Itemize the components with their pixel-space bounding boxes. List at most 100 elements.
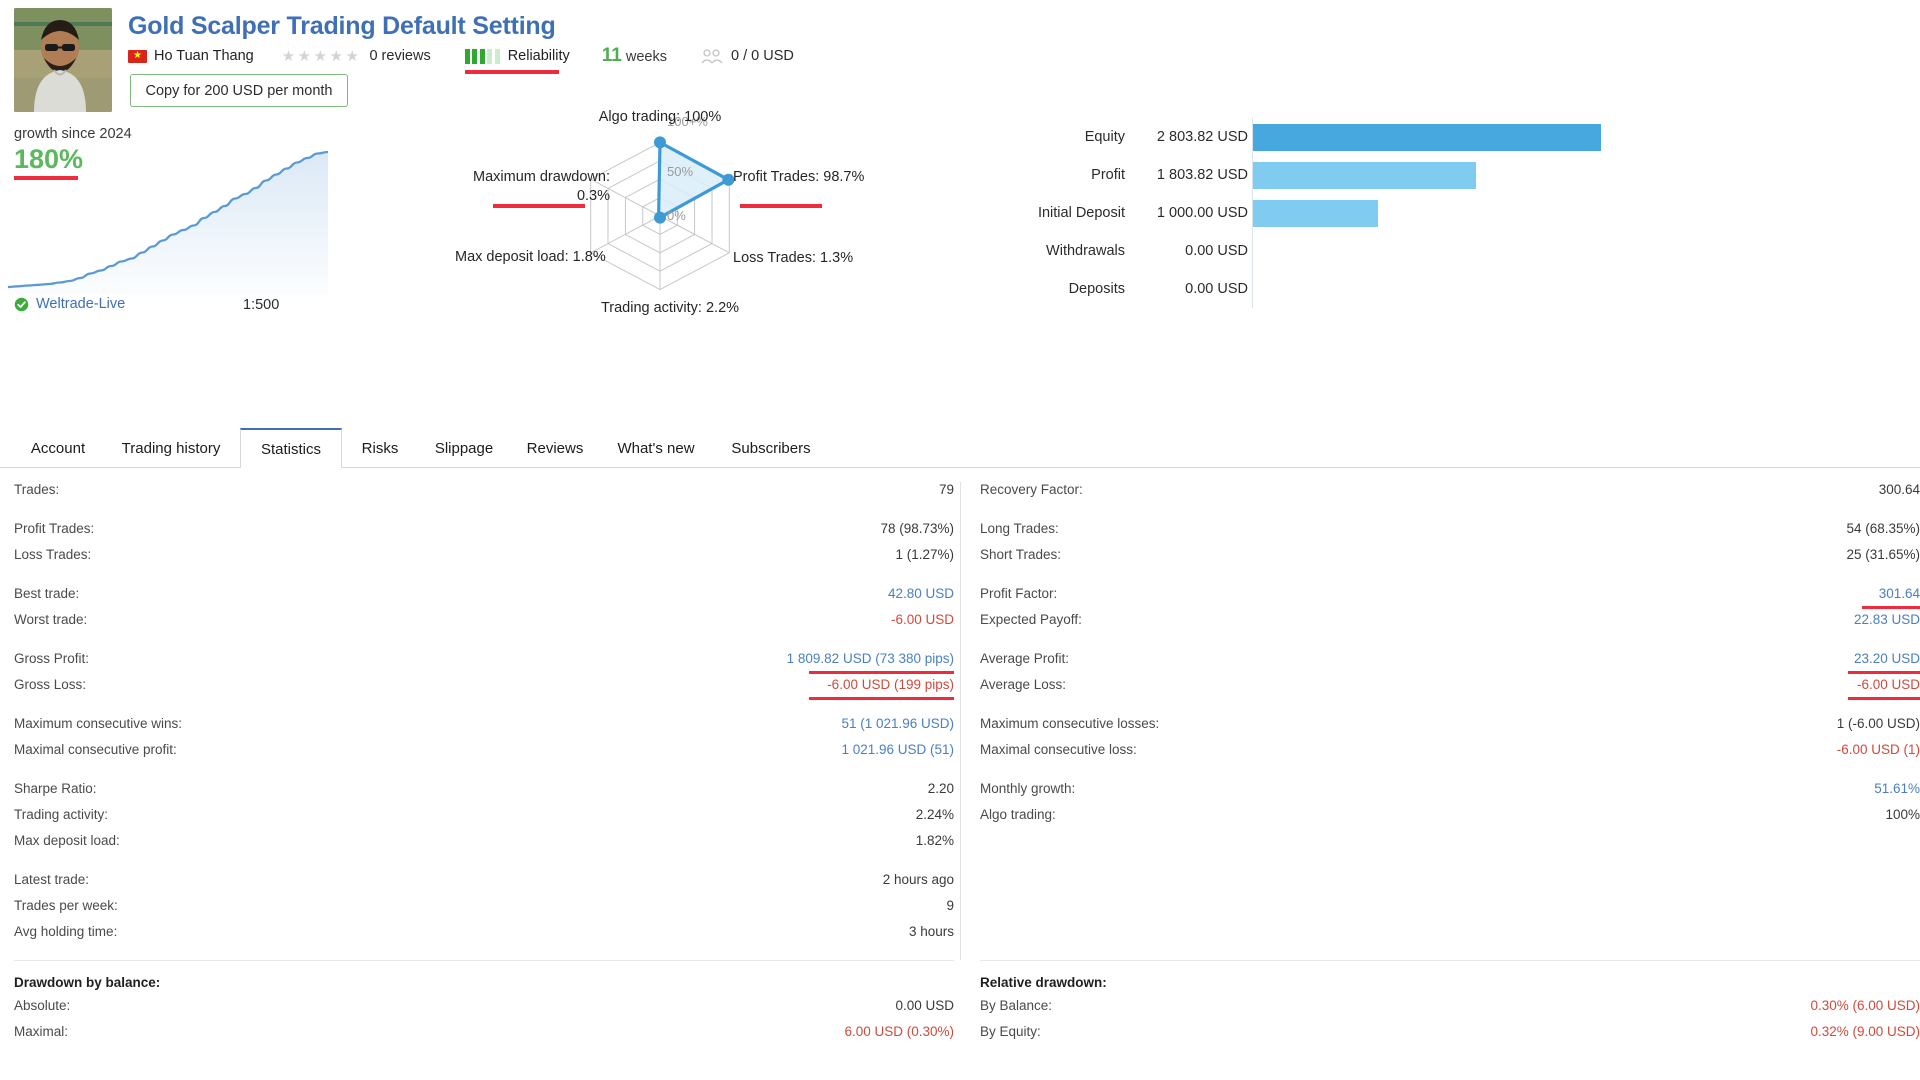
stat-row: Maximum consecutive wins: 51 (1 021.96 US… [14,716,954,742]
stat-row: Latest trade: 2 hours ago [14,872,954,898]
radar-data-area [657,140,730,220]
stat-label: Loss Trades: [14,547,92,562]
drawdown-by-balance-block: Drawdown by balance: Absolute: 0.00 USD Max… [14,975,954,1050]
stat-value: 100% [1885,807,1920,822]
account-balances-panel: Equity 2 803.82 USD Profit 1 803.82 USD Init… [1020,118,1601,308]
stat-value: 1.82% [915,833,954,848]
drawdown-separator-right [980,960,1920,961]
tab-reviews[interactable]: Reviews [514,428,596,468]
stat-value: 42.80 USD [887,586,954,601]
stat-row: Avg holding time: 3 hours [14,924,954,950]
avatar-photo [14,8,112,112]
stat-highlight [809,671,954,674]
stat-label: Algo trading: [980,807,1056,822]
drawdown-value: 0.00 USD [895,998,954,1013]
leverage-value: 1:500 [243,297,280,313]
radar-ring-label-50: 50% [667,164,693,179]
stat-label: Max deposit load: [14,833,120,848]
rating-stars: ★★★★★ [281,48,362,65]
stat-value: 78 (98.73%) [880,521,954,536]
drawdown-title: Drawdown by balance: [14,975,161,990]
balance-row: Deposits 0.00 USD [1020,270,1600,308]
stat-row: Average Loss: -6.00 USD [980,677,1920,703]
stat-row: Maximum consecutive losses: 1 (-6.00 USD) [980,716,1920,742]
balance-row-label: Withdrawals [1046,243,1125,259]
tab-slippage[interactable]: Slippage [418,428,510,468]
stat-label: Best trade: [14,586,80,601]
stat-label: Avg holding time: [14,924,118,939]
stat-value: 25 (31.65%) [1846,547,1920,562]
balance-row: Withdrawals 0.00 USD [1020,232,1600,270]
stat-label: Expected Payoff: [980,612,1082,627]
tab-statistics[interactable]: Statistics [240,428,342,469]
stat-row: Trades per week: 9 [14,898,954,924]
author-name[interactable]: Ho Tuan Thang [154,48,254,64]
stat-label: Monthly growth: [980,781,1076,796]
stat-label: Worst trade: [14,612,88,627]
weeks-age: 11 weeks [602,45,667,67]
tab-subscribers[interactable]: Subscribers [716,428,826,468]
stat-row: Maximal consecutive loss: -6.00 USD (1) [980,742,1920,768]
stat-row: Sharpe Ratio: 2.20 [14,781,954,807]
balance-row-label: Initial Deposit [1037,205,1125,221]
drawdown-separator-left [14,960,954,961]
stat-value: -6.00 USD (1) [1836,742,1920,757]
balance-bar [1253,200,1379,227]
reliability-indicator[interactable]: Reliability [464,48,570,74]
subscribers-icon [701,49,723,64]
stat-label: Recovery Factor: [980,482,1083,497]
copy-subscribe-button[interactable]: Copy for 200 USD per month [130,74,348,107]
tab-risks[interactable]: Risks [346,428,414,468]
tab-bar: Account Trading history Statistics Risks Sli… [0,428,1920,469]
stat-value: 1 809.82 USD (73 380 pips) [786,651,954,666]
drawdown-label: By Balance: [980,998,1053,1013]
stat-row: Max deposit load: 1.82% [14,833,954,859]
stat-value: 9 [946,898,954,913]
stat-row: Gross Profit: 1 809.82 USD (73 380 pips) [14,651,954,677]
stat-row: Trading activity: 2.24% [14,807,954,833]
stat-row: Maximal consecutive profit: 1 021.96 USD … [14,742,954,768]
drawdown-label: Absolute: [14,998,71,1013]
stat-value: -6.00 USD (199 pips) [827,677,954,692]
stat-label: Short Trades: [980,547,1062,562]
reliability-highlight [464,70,559,74]
stat-row: Average Profit: 23.20 USD [980,651,1920,677]
stat-label: Maximum consecutive losses: [980,716,1160,731]
stat-row: Profit Trades: 78 (98.73%) [14,521,954,547]
tab-trading-history[interactable]: Trading history [106,428,236,468]
stat-value: -6.00 USD [890,612,954,627]
drawdown-label: By Equity: [980,1024,1041,1039]
profile-page: Gold Scalper Trading Default Setting ★ H… [0,0,1920,1080]
stat-label: Average Profit: [980,651,1070,666]
reliability-label: Reliability [507,48,570,64]
stat-value: 51.61% [1874,781,1920,796]
balance-row: Equity 2 803.82 USD [1020,118,1601,156]
stats-column-divider [960,482,961,960]
stat-value: 1 021.96 USD (51) [841,742,954,757]
tab-what-s-new[interactable]: What's new [600,428,712,468]
subscribers-value: 0 / 0 USD [731,48,794,64]
tab-account[interactable]: Account [14,428,102,468]
broker-name[interactable]: Weltrade-Live [36,296,125,312]
stat-label: Average Loss: [980,677,1067,692]
stat-value: 79 [938,482,954,497]
stat-label: Maximal consecutive loss: [980,742,1137,757]
vietnam-flag-icon: ★ [128,49,147,63]
reviews-count[interactable]: 0 reviews [369,48,430,64]
stat-highlight [1848,697,1920,700]
stat-value: 3 hours [908,924,954,939]
stat-value: -6.00 USD [1856,677,1920,692]
balance-row-label: Deposits [1068,281,1125,297]
radar-point-0 [654,136,666,149]
stat-row: Worst trade: -6.00 USD [14,612,954,638]
balance-axis-line [1252,270,1253,308]
stat-row: Gross Loss: -6.00 USD (199 pips) [14,677,954,703]
stat-row: Profit Factor: 301.64 [980,586,1920,612]
stat-row: Expected Payoff: 22.83 USD [980,612,1920,638]
radar-label-loss-trades: Loss Trades: 1.3% [733,250,854,266]
drawdown-value: 6.00 USD (0.30%) [844,1024,954,1039]
balance-row: Initial Deposit 1 000.00 USD [1020,194,1600,232]
avatar [14,8,112,112]
page-title: Gold Scalper Trading Default Setting [128,12,556,40]
stat-row: Trades: 79 [14,482,954,508]
